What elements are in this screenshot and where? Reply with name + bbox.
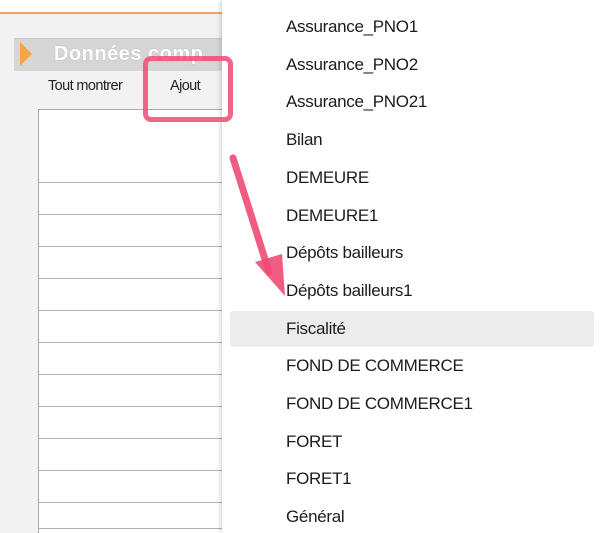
menu-item[interactable]: Assurance_PNO1 — [230, 9, 594, 45]
table-row[interactable] — [39, 342, 233, 343]
table-row[interactable] — [39, 214, 233, 215]
menu-item[interactable]: DEMEURE — [230, 160, 594, 196]
menu-item[interactable]: FORET — [230, 424, 594, 460]
screenshot-stage: Données comp Tout montrer Ajout Assuranc… — [0, 0, 606, 533]
menu-item[interactable]: DEMEURE1 — [230, 198, 594, 234]
expand-arrow-icon[interactable] — [20, 42, 32, 66]
table-row[interactable] — [39, 310, 233, 311]
panel-top-border — [0, 0, 232, 14]
annotation-highlight-box — [143, 56, 233, 122]
data-table — [38, 109, 233, 533]
menu-item[interactable]: Général — [230, 499, 594, 533]
table-row[interactable] — [39, 438, 233, 439]
menu-item[interactable]: FORET1 — [230, 461, 594, 497]
menu-item[interactable]: Assurance_PNO21 — [230, 84, 594, 120]
menu-item[interactable]: Fiscalité — [230, 310, 594, 347]
table-row[interactable] — [39, 246, 233, 247]
table-row[interactable] — [39, 528, 233, 529]
menu-item[interactable]: Bilan — [230, 122, 594, 158]
table-row[interactable] — [39, 406, 233, 407]
menu-item[interactable]: FOND DE COMMERCE — [230, 348, 594, 384]
table-row[interactable] — [39, 278, 233, 279]
menu-item[interactable]: Dépôts bailleurs — [230, 235, 594, 271]
table-row[interactable] — [39, 502, 233, 503]
table-row[interactable] — [39, 470, 233, 471]
table-row[interactable] — [39, 374, 233, 375]
menu-item[interactable]: FOND DE COMMERCE1 — [230, 386, 594, 422]
menu-item[interactable]: Assurance_PNO2 — [230, 47, 594, 83]
show-all-button[interactable]: Tout montrer — [48, 78, 123, 94]
table-row[interactable] — [39, 182, 233, 183]
dropdown-menu: Assurance_PNO1 Assurance_PNO2 Assurance_PN… — [222, 0, 606, 533]
menu-item[interactable]: Dépôts bailleurs1 — [230, 273, 594, 309]
